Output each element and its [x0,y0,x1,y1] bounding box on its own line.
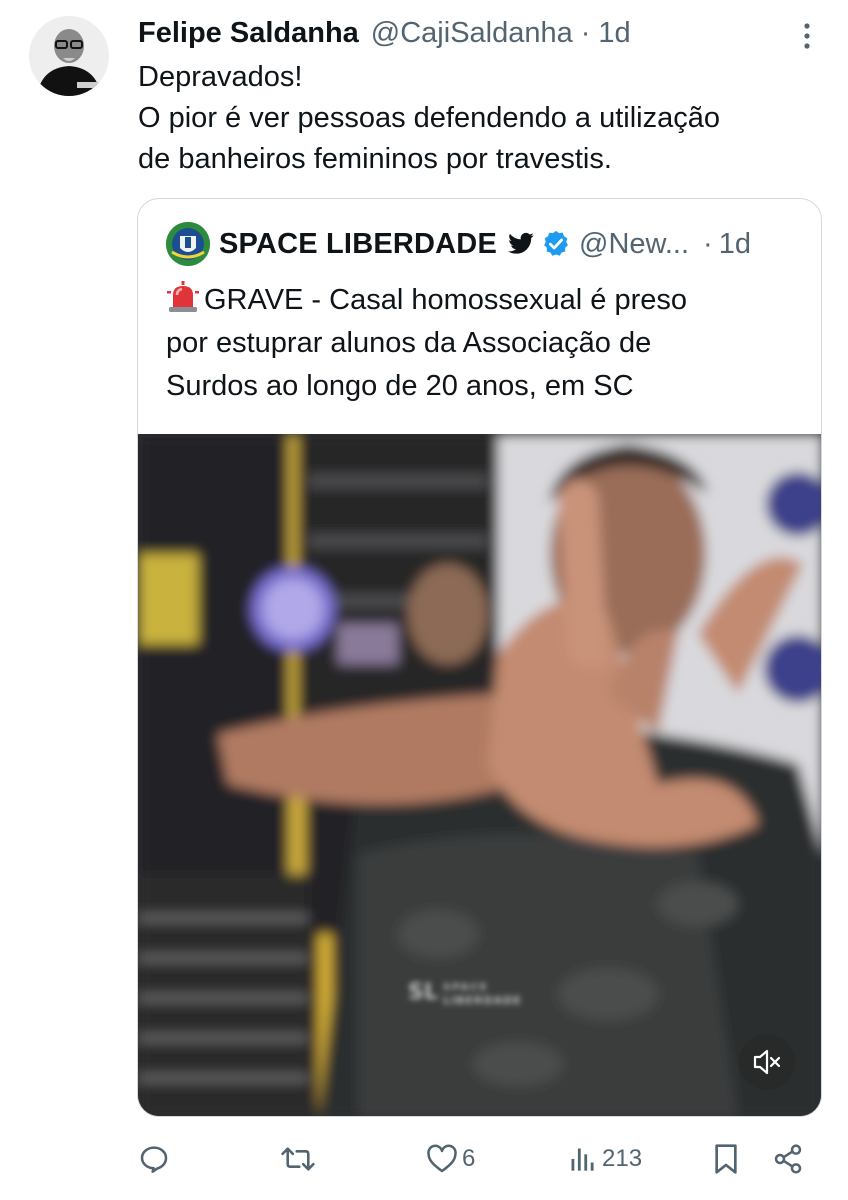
siren-emoji-icon [166,281,200,313]
video-player[interactable]: SL SPACE LIBERDADE [138,434,821,1116]
shirt-logo-text: SL [408,980,438,1005]
tweet-text-line: de banheiros femininos por travestis. [138,143,612,175]
author-avatar[interactable] [29,16,109,96]
quoted-author-avatar[interactable] [166,222,210,266]
quoted-text-line: por estuprar alunos da Associação de [166,327,652,359]
bird-icon [507,230,535,258]
quoted-tweet-header: SPACE LIBERDADE @New... · 1d [166,221,795,267]
quoted-author-handle[interactable]: @New... [579,228,689,261]
speaker-muted-icon [753,1049,781,1075]
verified-badge-icon [541,229,571,259]
action-bar: 6 213 [138,1136,818,1182]
quoted-tweet-time[interactable]: 1d [719,228,751,261]
reply-button[interactable] [138,1136,170,1182]
mute-toggle-button[interactable] [739,1034,795,1090]
tweet-text-line: Depravados! [138,61,303,93]
tweet-text-line: O pior é ver pessoas defendendo a utiliz… [138,102,720,134]
bookmark-button[interactable] [712,1136,740,1182]
quoted-tweet[interactable]: SPACE LIBERDADE @New... · 1d GRAVE - Cas… [137,198,822,1117]
svg-text:LIBERDADE: LIBERDADE [443,994,522,1007]
reply-icon [140,1146,168,1173]
tweet-time[interactable]: 1d [598,17,630,50]
svg-text:SPACE: SPACE [443,982,489,993]
header-separator: · [580,16,591,49]
retweet-button[interactable] [280,1136,316,1182]
tweet-header: Felipe Saldanha @CajiSaldanha · 1d [138,14,808,52]
heart-icon [427,1144,457,1173]
quoted-tweet-text: GRAVE - Casal homossexual é preso por es… [166,279,806,408]
bookmark-icon [715,1144,737,1174]
views-button[interactable]: 213 [568,1136,642,1182]
video-frame: SL SPACE LIBERDADE [138,434,821,1116]
more-options-icon[interactable] [802,22,812,50]
views-chart-icon [571,1148,594,1171]
like-count: 6 [462,1145,476,1172]
quoted-text-line: Surdos ao longo de 20 anos, em SC [166,370,634,402]
author-handle[interactable]: @CajiSaldanha [371,17,573,50]
quoted-author-name[interactable]: SPACE LIBERDADE [219,228,497,261]
quoted-text-line: GRAVE - Casal homossexual é preso [166,279,806,322]
quoted-text-line-1: GRAVE - Casal homossexual é preso [204,284,688,316]
quoted-header-separator: · [703,227,713,260]
share-button[interactable] [772,1136,804,1182]
author-name[interactable]: Felipe Saldanha [138,17,359,50]
views-count: 213 [602,1145,643,1172]
tweet-text: Depravados! O pior é ver pessoas defende… [138,57,828,180]
share-icon [774,1144,802,1174]
like-button[interactable]: 6 [426,1136,475,1182]
retweet-icon [281,1147,315,1171]
